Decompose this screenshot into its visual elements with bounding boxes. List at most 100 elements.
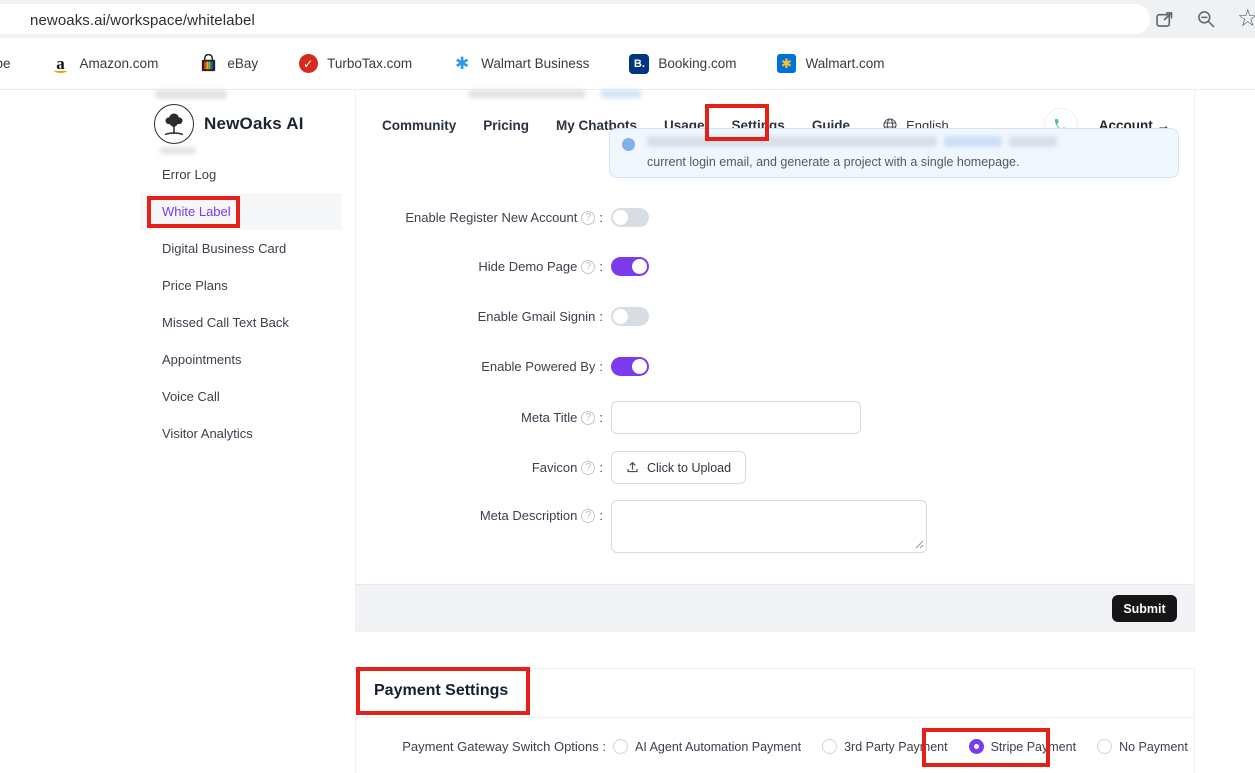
form-row-enable-powered-by: Enable Powered By:	[356, 357, 1194, 376]
label-colon: :	[599, 259, 603, 274]
bookmark-ebay[interactable]: eBay	[198, 54, 258, 74]
label-text: Enable Powered By	[481, 359, 595, 374]
redacted-text	[468, 90, 586, 98]
payment-option-stripe-payment[interactable]: Stripe Payment	[969, 739, 1076, 754]
submit-button[interactable]: Submit	[1112, 595, 1177, 622]
sidebar-item-visitor-analytics[interactable]: Visitor Analytics	[140, 415, 342, 452]
form-row-hide-demo-page: Hide Demo Page?:	[356, 257, 1194, 276]
sidebar-item-voice-call[interactable]: Voice Call	[140, 378, 342, 415]
label-colon: :	[599, 460, 603, 475]
info-icon	[622, 138, 635, 151]
redacted-text	[1009, 136, 1057, 147]
bookmarks-bar: ube aAmazon.com eBay ✓ TurboTax.com ✱Walmart …	[0, 38, 1255, 90]
bookmark-walmart[interactable]: ✱Walmart.com	[776, 54, 884, 74]
label-text: Hide Demo Page	[478, 259, 577, 274]
toggle-knob	[632, 259, 647, 274]
radio-stripe-payment[interactable]	[969, 739, 984, 754]
radio-no-payment[interactable]	[1097, 739, 1112, 754]
toggle-knob	[613, 309, 628, 324]
favicon-upload-button[interactable]: Click to Upload	[611, 451, 746, 484]
screenshot-root: newoaks.ai/workspace/whitelabel ☆ ube aAm…	[0, 0, 1255, 773]
sidebar-item-label: Digital Business Card	[162, 241, 286, 256]
enable-powered-by-toggle[interactable]	[611, 357, 649, 376]
radio-3rd-party-payment[interactable]	[822, 739, 837, 754]
help-icon[interactable]: ?	[581, 411, 595, 425]
meta-description-textarea[interactable]	[611, 500, 927, 553]
payment-option-3rd-party-payment[interactable]: 3rd Party Payment	[822, 739, 948, 754]
sidebar-menu: Error Log White Label Digital Business Car…	[140, 156, 342, 452]
sidebar-item-label: Appointments	[162, 352, 242, 367]
sidebar-item-white-label[interactable]: White Label	[140, 193, 342, 230]
payment-settings-panel: Payment Settings Payment Gateway Switch …	[355, 668, 1195, 773]
meta-title-input[interactable]	[611, 401, 861, 434]
share-icon[interactable]	[1153, 8, 1175, 30]
brand: NewOaks AI	[154, 104, 304, 144]
field-label-meta-description: Meta Description?:	[356, 500, 603, 523]
turbotax-check-icon: ✓	[298, 54, 318, 74]
booking-icon: B.	[629, 54, 649, 74]
walmart-spark-icon: ✱	[776, 54, 796, 74]
bookmark-booking[interactable]: B.Booking.com	[629, 54, 736, 74]
app-content: NewOaks AI Error Log White Label Digital B…	[0, 90, 1255, 773]
help-icon[interactable]: ?	[581, 461, 595, 475]
sidebar: NewOaks AI Error Log White Label Digital B…	[140, 90, 342, 773]
amazon-smile-icon	[54, 68, 67, 73]
brand-name: NewOaks AI	[204, 114, 304, 134]
ebay-bag-icon	[198, 54, 218, 74]
help-icon[interactable]: ?	[581, 211, 595, 225]
form-row-meta-description: Meta Description?:	[356, 500, 1194, 558]
bookmark-amazon[interactable]: aAmazon.com	[51, 54, 159, 74]
help-icon[interactable]: ?	[581, 260, 595, 274]
settings-panel: CommunityPricingMy ChatbotsUsageSettings…	[355, 90, 1195, 632]
radio-ai-agent-automation-payment[interactable]	[613, 739, 628, 754]
bookmark-label: TurboTax.com	[327, 56, 412, 71]
bookmark-walmart-business-spark[interactable]: ✱Walmart Business	[452, 54, 589, 74]
label-colon: :	[599, 309, 603, 324]
field-label-hide-demo-page: Hide Demo Page?:	[356, 259, 603, 274]
payment-gateway-label: Payment Gateway Switch Options :	[356, 739, 606, 754]
bookmark-label: eBay	[227, 56, 258, 71]
sidebar-item-digital-business-card[interactable]: Digital Business Card	[140, 230, 342, 267]
payment-option-label: AI Agent Automation Payment	[635, 740, 801, 754]
info-banner: current login email, and generate a proj…	[609, 128, 1179, 178]
redacted-link	[944, 136, 1002, 147]
sidebar-item-label: Missed Call Text Back	[162, 315, 289, 330]
bookmark-turbotax[interactable]: ✓ TurboTax.com	[298, 54, 412, 74]
sidebar-item-label: White Label	[162, 204, 231, 219]
form-row-enable-register-new-account: Enable Register New Account?:	[356, 208, 1194, 227]
tab-pricing[interactable]: Pricing	[483, 118, 529, 133]
label-text: Meta Description	[480, 508, 578, 523]
payment-option-label: Stripe Payment	[991, 740, 1076, 754]
redacted-text	[155, 90, 227, 99]
label-text: Enable Gmail Signin	[478, 309, 596, 324]
amazon-icon: a	[51, 54, 71, 74]
bookmark-label: ube	[0, 56, 11, 71]
sidebar-item-appointments[interactable]: Appointments	[140, 341, 342, 378]
payment-option-ai-agent-automation-payment[interactable]: AI Agent Automation Payment	[613, 739, 801, 754]
label-colon: :	[599, 210, 603, 225]
hide-demo-page-toggle[interactable]	[611, 257, 649, 276]
bookmark-youtube-partial[interactable]: ube	[0, 56, 11, 71]
sidebar-item-label: Voice Call	[162, 389, 220, 404]
payment-gateway-row: Payment Gateway Switch Options : AI Agen…	[356, 739, 1194, 754]
favorites-star-icon[interactable]: ☆	[1237, 8, 1255, 30]
tab-community[interactable]: Community	[382, 118, 456, 133]
label-colon: :	[599, 359, 603, 374]
newoaks-tree-logo-icon	[154, 104, 194, 144]
label-colon: :	[599, 508, 603, 523]
divider	[356, 717, 1194, 718]
label-text: Meta Title	[521, 410, 577, 425]
address-bar[interactable]: newoaks.ai/workspace/whitelabel	[0, 4, 1150, 34]
sidebar-item-label: Error Log	[162, 167, 216, 182]
sidebar-item-price-plans[interactable]: Price Plans	[140, 267, 342, 304]
enable-register-new-account-toggle[interactable]	[611, 208, 649, 227]
form-row-enable-gmail-signin: Enable Gmail Signin:	[356, 307, 1194, 326]
help-icon[interactable]: ?	[581, 509, 595, 523]
field-label-favicon: Favicon?:	[356, 460, 603, 475]
payment-option-no-payment[interactable]: No Payment	[1097, 739, 1188, 754]
field-label-enable-powered-by: Enable Powered By:	[356, 359, 603, 374]
sidebar-item-missed-call-text-back[interactable]: Missed Call Text Back	[140, 304, 342, 341]
zoom-out-icon[interactable]	[1195, 8, 1217, 30]
enable-gmail-signin-toggle[interactable]	[611, 307, 649, 326]
sidebar-item-error-log[interactable]: Error Log	[140, 156, 342, 193]
